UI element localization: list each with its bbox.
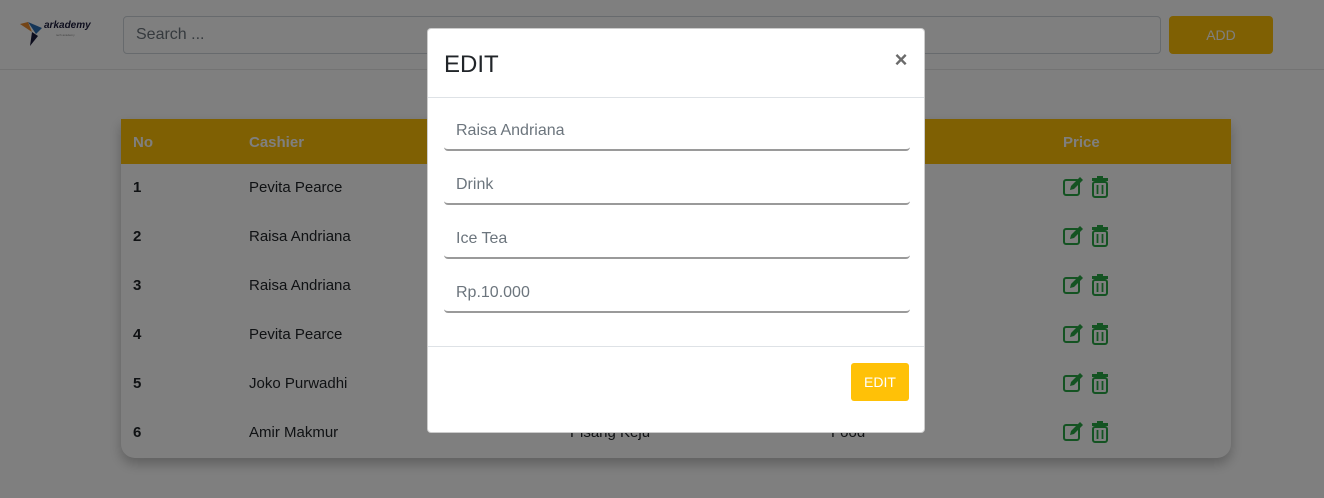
edit-modal: EDIT × EDIT [427,28,925,433]
modal-header: EDIT × [428,29,924,98]
category-field[interactable] [444,167,910,205]
modal-title: EDIT [444,51,499,78]
product-field[interactable] [444,221,910,259]
price-field[interactable] [444,275,910,313]
edit-submit-button[interactable]: EDIT [851,363,909,401]
modal-footer: EDIT [428,346,924,432]
cashier-field[interactable] [444,113,910,151]
close-icon[interactable]: × [890,47,912,73]
